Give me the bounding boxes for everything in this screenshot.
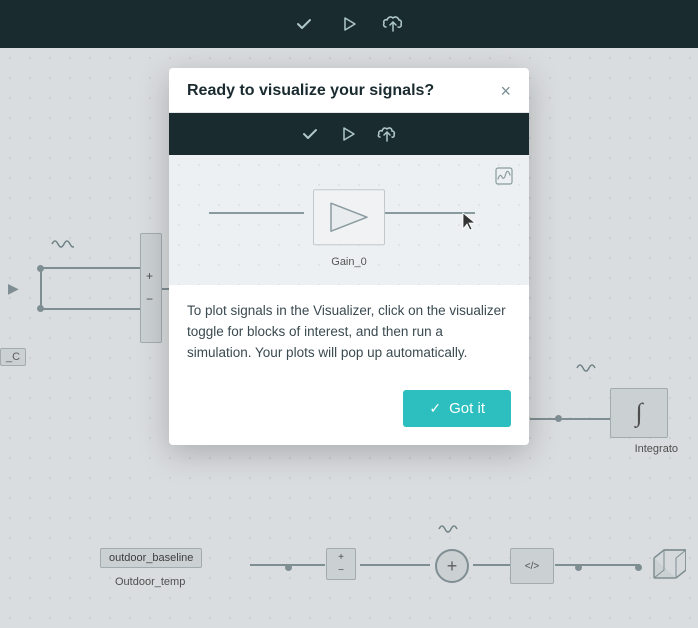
- modal-check-icon[interactable]: [301, 125, 319, 143]
- check-icon[interactable]: [294, 14, 314, 34]
- got-it-check-icon: ✓: [429, 400, 441, 417]
- gain-block: [313, 189, 385, 245]
- modal-mini-toolbar: [169, 113, 529, 155]
- got-it-label: Got it: [449, 400, 485, 417]
- modal-upload-icon[interactable]: [377, 125, 397, 143]
- modal-close-button[interactable]: ×: [500, 82, 511, 100]
- modal-footer: ✓ Got it: [169, 380, 529, 445]
- gain-label: Gain_0: [331, 256, 366, 268]
- upload-icon[interactable]: [382, 14, 404, 34]
- cursor-pointer: [461, 211, 475, 236]
- modal-body: To plot signals in the Visualizer, click…: [169, 285, 529, 380]
- play-icon[interactable]: [338, 14, 358, 34]
- got-it-button[interactable]: ✓ Got it: [403, 390, 511, 427]
- canvas-area: + − ▶ _C ∫ Integrato: [0, 48, 698, 628]
- modal-canvas-preview: Gain_0: [169, 155, 529, 285]
- modal-dialog: Ready to visualize your signals? ×: [169, 68, 529, 445]
- modal-description-text: To plot signals in the Visualizer, click…: [187, 301, 511, 364]
- modal-header: Ready to visualize your signals? ×: [169, 68, 529, 113]
- modal-play-icon[interactable]: [339, 125, 357, 143]
- visualizer-toggle-icon[interactable]: [495, 167, 513, 185]
- modal-overlay: Ready to visualize your signals? ×: [0, 48, 698, 628]
- modal-title: Ready to visualize your signals?: [187, 82, 434, 100]
- top-toolbar: [0, 0, 698, 48]
